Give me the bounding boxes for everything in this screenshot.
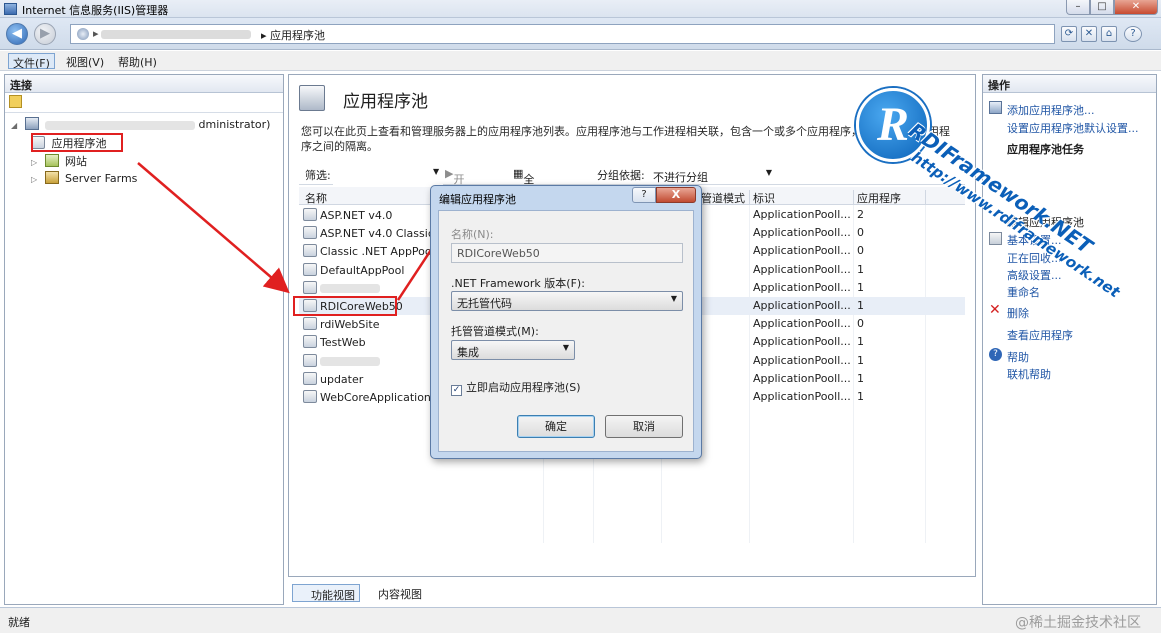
dialog-help-button[interactable]: ?	[632, 187, 656, 203]
ok-button[interactable]: 确定	[517, 415, 595, 438]
edit-app-pool-dialog: 编辑应用程序池 ? X 名称(N): RDICoreWeb50 .NET Fra…	[430, 185, 702, 459]
arrow-to-pool	[137, 162, 290, 294]
dialog-close-button[interactable]: X	[656, 187, 696, 203]
autostart-checkbox[interactable]: ✓ 立即启动应用程序池(S)	[451, 379, 581, 396]
checkbox-check-icon: ✓	[451, 385, 462, 396]
chevron-down-icon: ▼	[670, 294, 677, 303]
dialog-title: 编辑应用程序池	[439, 193, 516, 206]
framework-value: 无托管代码	[457, 297, 512, 310]
pipeline-value: 集成	[457, 346, 479, 359]
logo-letter: R	[877, 98, 910, 151]
framework-label: .NET Framework 版本(F):	[451, 277, 585, 290]
framework-select[interactable]: 无托管代码 ▼	[451, 291, 683, 311]
pipeline-select[interactable]: 集成 ▼	[451, 340, 575, 360]
pipeline-label: 托管管道模式(M):	[451, 325, 539, 338]
name-label: 名称(N):	[451, 228, 494, 241]
autostart-label: 立即启动应用程序池(S)	[466, 381, 581, 394]
cancel-button[interactable]: 取消	[605, 415, 683, 438]
chevron-down-icon: ▼	[562, 343, 569, 352]
dialog-body: 名称(N): RDICoreWeb50 .NET Framework 版本(F)…	[438, 210, 694, 452]
name-field[interactable]: RDICoreWeb50	[451, 243, 683, 263]
